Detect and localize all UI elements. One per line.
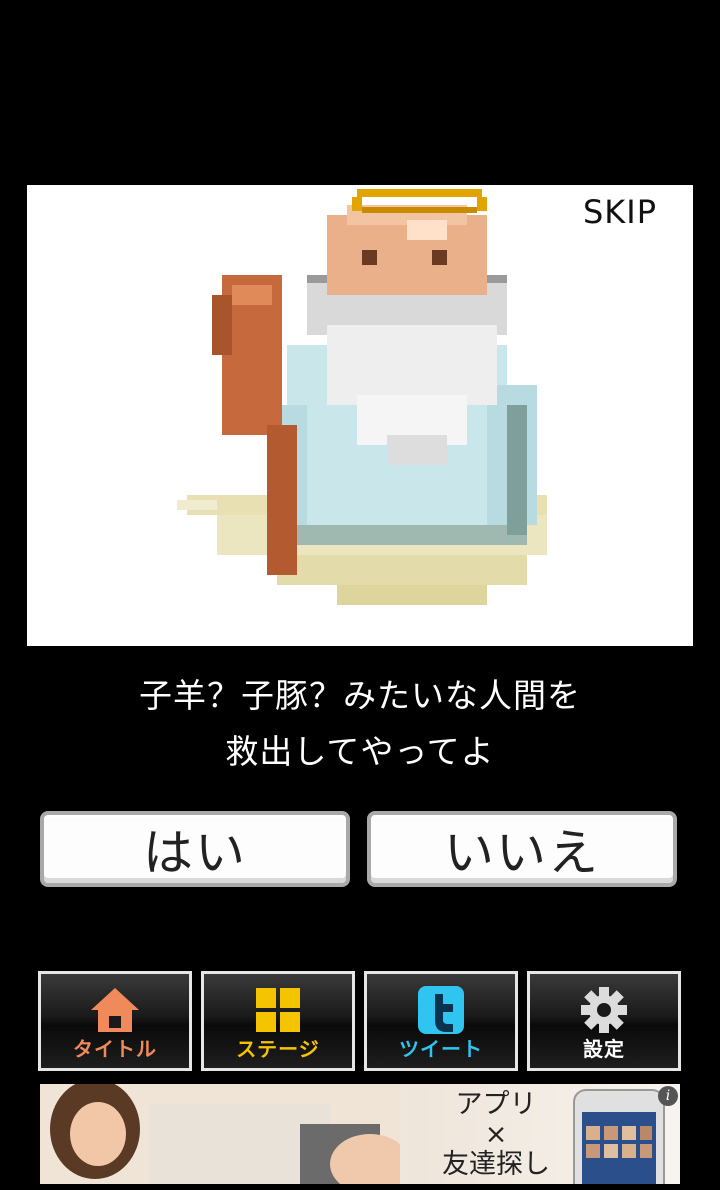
grid-icon	[256, 988, 300, 1032]
head-shape	[327, 205, 487, 295]
ad-line-2: ×	[484, 1119, 508, 1150]
stage-button[interactable]: ステージ	[201, 971, 355, 1071]
ad-person-image	[40, 1084, 400, 1184]
halo-shape	[352, 189, 487, 213]
tweet-button-label: ツイート	[399, 1037, 483, 1061]
dialog-line-1: 子羊？子豚？みたいな人間を	[139, 676, 581, 715]
tweet-button[interactable]: ツイート	[364, 971, 518, 1071]
stage-button-label: ステージ	[236, 1037, 320, 1061]
ad-phone-image	[573, 1089, 665, 1184]
ad-line-3: 友達探し	[442, 1149, 550, 1180]
dialog-text: 子羊？子豚？みたいな人間を 救出してやってよ	[0, 668, 720, 780]
ad-text: アプリ × 友達探し	[436, 1090, 556, 1180]
home-icon	[91, 988, 139, 1032]
no-button[interactable]: いいえ	[367, 811, 677, 887]
ad-line-1: アプリ	[455, 1089, 537, 1120]
skip-button[interactable]: SKIP	[583, 193, 657, 231]
gear-icon	[581, 987, 627, 1033]
twitter-icon	[418, 986, 464, 1034]
settings-button-label: 設定	[583, 1037, 625, 1061]
title-button-label: タイトル	[73, 1037, 157, 1061]
god-character-sprite	[177, 189, 547, 605]
title-button[interactable]: タイトル	[38, 971, 192, 1071]
yes-button[interactable]: はい	[40, 811, 350, 887]
ad-banner[interactable]: アプリ × 友達探し i	[40, 1084, 680, 1184]
bottom-toolbar: タイトル ステージ ツイート 設定	[38, 971, 682, 1071]
settings-button[interactable]: 設定	[527, 971, 681, 1071]
dialog-line-2: 救出してやってよ	[225, 732, 495, 771]
scene-panel: SKIP	[27, 185, 693, 646]
ad-info-icon[interactable]: i	[658, 1086, 678, 1106]
